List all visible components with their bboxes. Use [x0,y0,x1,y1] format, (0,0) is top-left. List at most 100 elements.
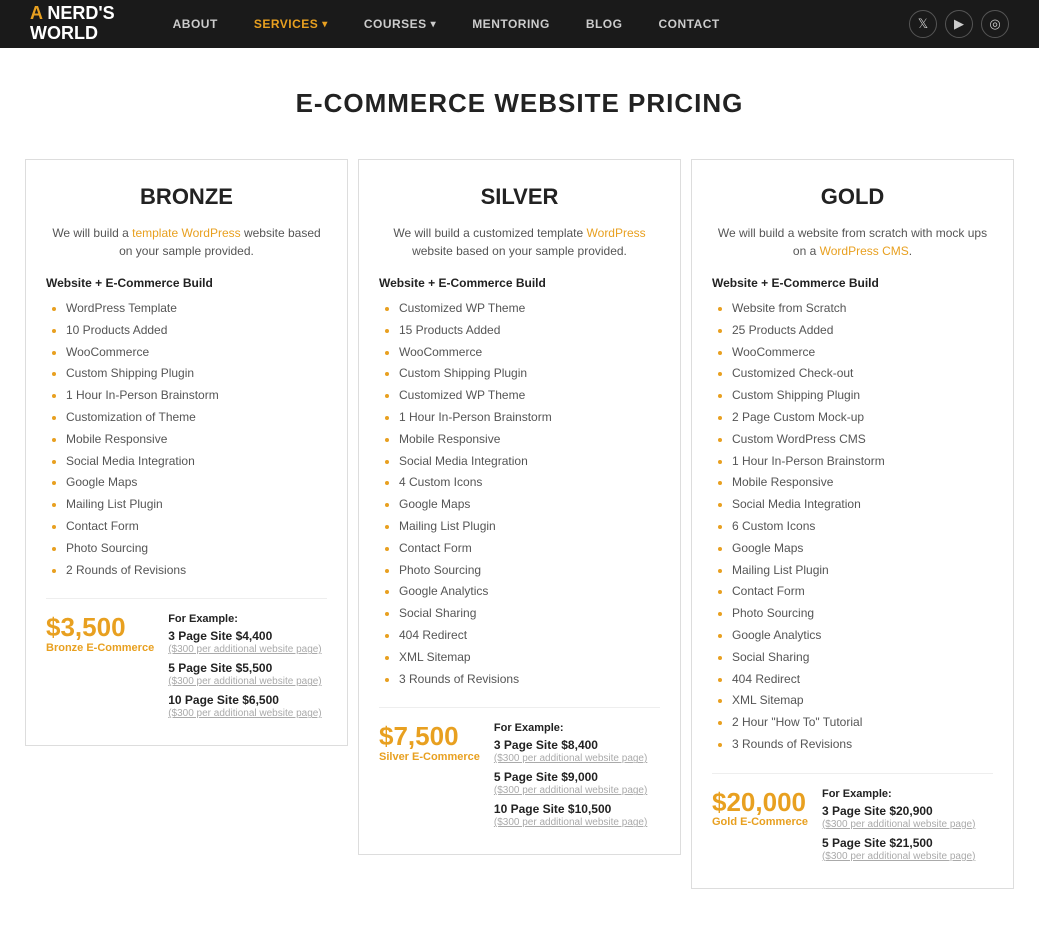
silver-price-label: Silver E-Commerce [379,751,480,763]
bronze-feature-list: WordPress Template10 Products AddedWooCo… [46,300,327,578]
list-item: WooCommerce [732,344,993,361]
youtube-icon[interactable]: ▶ [945,10,973,38]
example-item: 3 Page Site $20,900 [822,804,993,818]
list-item: Google Maps [399,496,660,513]
example-note: ($300 per additional website page) [168,708,327,719]
silver-description: We will build a customized template Word… [379,224,660,260]
silver-feature-list: Customized WP Theme 15 Products Added WooC… [379,300,660,687]
list-item: 6 Custom Icons [732,518,993,535]
list-item: Mailing List Plugin [732,562,993,579]
bronze-pricing-box: $3,500Bronze E-CommerceFor Example:3 Pag… [46,598,327,725]
list-item: 1 Hour In-Person Brainstorm [732,453,993,470]
list-item: Mobile Responsive [732,474,993,491]
nav-links: ABOUT SERVICES ▾ COURSES ▾ MENTORING BLO… [155,0,909,48]
instagram-icon[interactable]: ◎ [981,10,1009,38]
list-item: Mailing List Plugin [66,496,327,513]
list-item: Contact Form [66,518,327,535]
bronze-price-col: $3,500Bronze E-Commerce [46,613,154,654]
silver-title: SILVER [379,184,660,210]
list-item: Google Analytics [399,583,660,600]
list-item: Mailing List Plugin [399,518,660,535]
example-item: 3 Page Site $8,400 [494,738,660,752]
example-item: 5 Page Site $21,500 [822,836,993,850]
example-item: 5 Page Site $9,000 [494,770,660,784]
list-item: WordPress Template [66,300,327,317]
list-item: 1 Hour In-Person Brainstorm [399,409,660,426]
example-note: ($300 per additional website page) [494,753,660,764]
example-item: 10 Page Site $10,500 [494,802,660,816]
gold-example-label: For Example: [822,788,993,800]
twitter-icon[interactable]: 𝕏 [909,10,937,38]
list-item: 2 Rounds of Revisions [66,562,327,579]
list-item: 25 Products Added [732,322,993,339]
list-item: Google Maps [66,474,327,491]
list-item: Social Media Integration [399,453,660,470]
list-item: 4 Custom Icons [399,474,660,491]
example-note: ($300 per additional website page) [168,644,327,655]
nav-about[interactable]: ABOUT [155,0,236,48]
list-item: Customized Check-out [732,365,993,382]
list-item: 404 Redirect [732,671,993,688]
main-nav: A NERD'SWORLD ABOUT SERVICES ▾ COURSES ▾… [0,0,1039,48]
list-item: Custom Shipping Plugin [732,387,993,404]
nav-mentoring[interactable]: MENTORING [454,0,568,48]
list-item: 404 Redirect [399,627,660,644]
silver-examples: For Example:3 Page Site $8,400($300 per … [494,722,660,834]
list-item: Social Media Integration [732,496,993,513]
list-item: Photo Sourcing [732,605,993,622]
list-item: XML Sitemap [399,649,660,666]
example-item: 5 Page Site $5,500 [168,661,327,675]
gold-price: $20,000 [712,788,808,817]
page-title: E-COMMERCE WEBSITE PRICING [20,88,1019,119]
gold-price-label: Gold E-Commerce [712,816,808,828]
list-item: Custom WordPress CMS [732,431,993,448]
nav-blog[interactable]: BLOG [568,0,641,48]
silver-pricing-box: $7,500Silver E-Commerce For Example:3 Pag… [379,707,660,834]
list-item: Photo Sourcing [66,540,327,557]
list-item: XML Sitemap [732,692,993,709]
list-item: WooCommerce [66,344,327,361]
example-note: ($300 per additional website page) [822,851,993,862]
social-icons: 𝕏 ▶ ◎ [909,10,1009,38]
list-item: 3 Rounds of Revisions [399,671,660,688]
list-item: Google Maps [732,540,993,557]
gold-pricing-box: $20,000Gold E-Commerce For Example: 3 Page… [712,773,993,868]
list-item: Contact Form [399,540,660,557]
example-note: ($300 per additional website page) [494,817,660,828]
list-item: Customized WP Theme [399,387,660,404]
nav-services[interactable]: SERVICES ▾ [236,0,346,48]
list-item: Mobile Responsive [399,431,660,448]
list-item: Contact Form [732,583,993,600]
list-item: Custom Shipping Plugin [399,365,660,382]
bronze-price: $3,500 [46,613,154,642]
list-item: WooCommerce [399,344,660,361]
example-note: ($300 per additional website page) [822,819,993,830]
silver-price-col: $7,500Silver E-Commerce [379,722,480,763]
silver-price: $7,500 [379,722,480,751]
page-content: E-COMMERCE WEBSITE PRICING BRONZEWe will… [0,48,1039,929]
site-logo[interactable]: A NERD'SWORLD [30,4,115,44]
gold-price-col: $20,000Gold E-Commerce [712,788,808,829]
bronze-example-label: For Example: [168,613,327,625]
example-note: ($300 per additional website page) [168,676,327,687]
list-item: Customization of Theme [66,409,327,426]
nav-contact[interactable]: CONTACT [640,0,737,48]
list-item: Photo Sourcing [399,562,660,579]
list-item: 2 Hour "How To" Tutorial [732,714,993,731]
list-item: Mobile Responsive [66,431,327,448]
gold-feature-list: Website from Scratch25 Products AddedWoo… [712,300,993,753]
gold-title: GOLD [712,184,993,210]
nav-courses[interactable]: COURSES ▾ [346,0,454,48]
list-item: Social Sharing [399,605,660,622]
chevron-down-icon: ▾ [322,19,328,30]
list-item: 2 Page Custom Mock-up [732,409,993,426]
bronze-section-header: Website + E-Commerce Build [46,276,327,290]
pricing-card-silver: SILVER We will build a customized templat… [358,159,681,855]
gold-section-header: Website + E-Commerce Build [712,276,993,290]
list-item: Social Sharing [732,649,993,666]
pricing-card-bronze: BRONZEWe will build a template WordPress… [25,159,348,746]
example-item: 10 Page Site $6,500 [168,693,327,707]
example-note: ($300 per additional website page) [494,785,660,796]
list-item: 15 Products Added [399,322,660,339]
list-item: Customized WP Theme [399,300,660,317]
